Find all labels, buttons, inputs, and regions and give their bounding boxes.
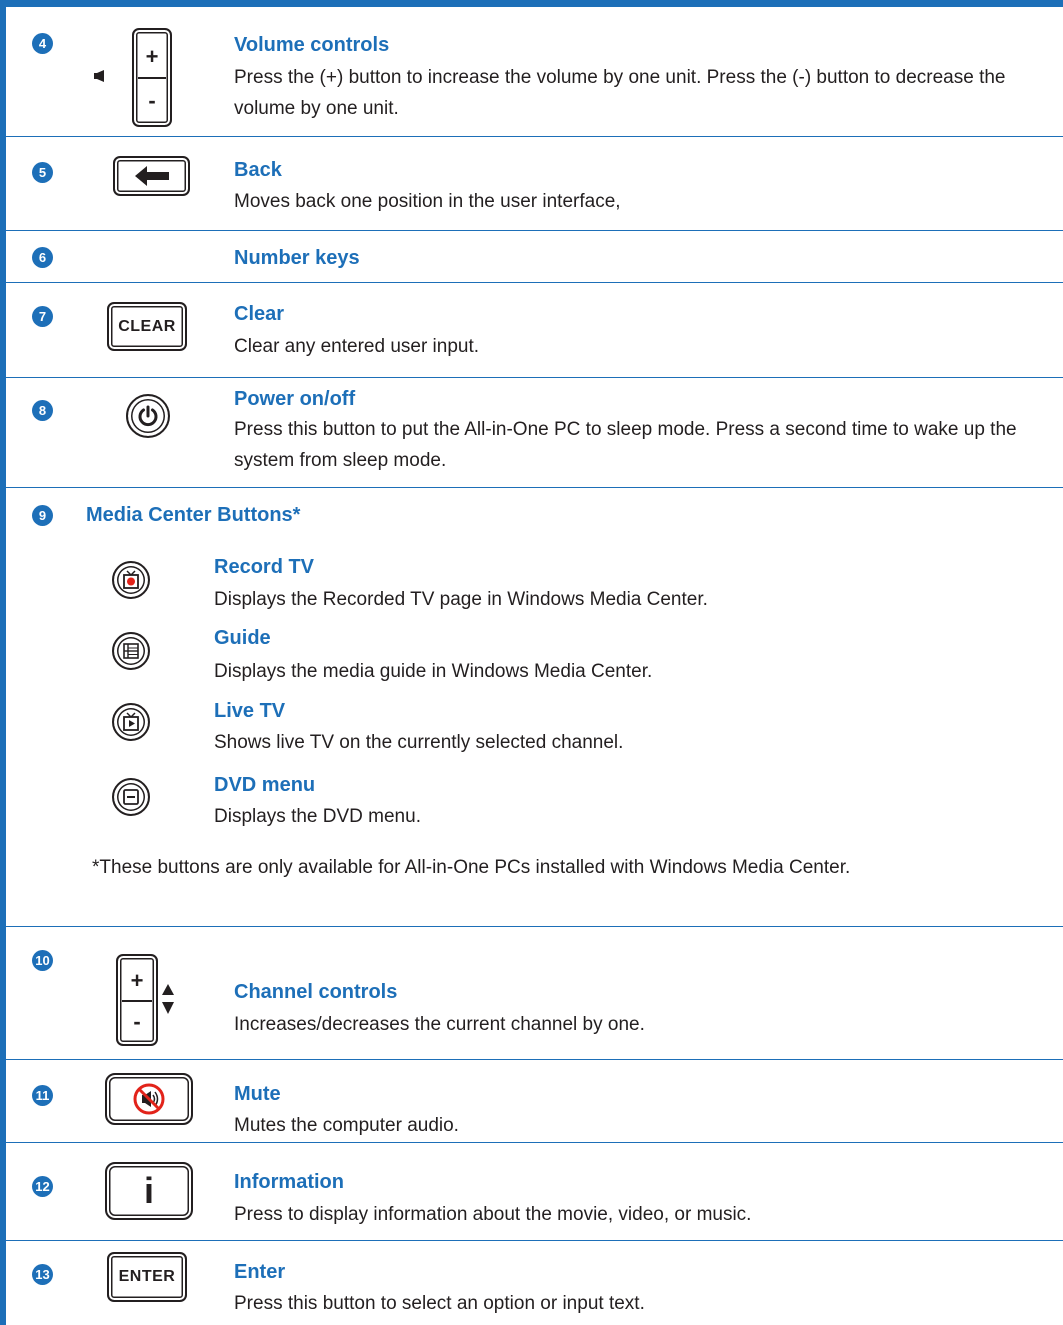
item-number: 12 (32, 1176, 53, 1197)
channel-rocker-button: + - (116, 954, 158, 1046)
item-number: 4 (32, 33, 53, 54)
media-item-description: Displays the Recorded TV page in Windows… (214, 589, 708, 610)
item-title: Enter (234, 1261, 286, 1283)
media-item-title: Record TV (214, 556, 315, 578)
row-power: 8 Power on/off Press this button to put … (6, 377, 1063, 488)
row-volume: 4 + - Volume controls Press the (+) butt… (6, 7, 1063, 137)
item-number: 11 (32, 1085, 53, 1106)
information-button-illustration: i (105, 1162, 193, 1220)
item-title: Channel controls (234, 981, 398, 1003)
item-description: Increases/decreases the current channel … (234, 1014, 645, 1035)
row-number-keys: 6 Number keys (6, 230, 1063, 283)
power-button-illustration (126, 394, 170, 438)
row-mute: 11 Mute Mutes the computer audio. (6, 1059, 1063, 1143)
item-title: Clear (234, 303, 285, 325)
row-enter: 13 ENTER Enter Press this button to sele… (6, 1240, 1063, 1325)
row-media-center: 9 Media Center Buttons* Record TV Displa… (6, 487, 1063, 927)
item-number: 8 (32, 400, 53, 421)
item-description: Clear any entered user input. (234, 336, 480, 357)
item-description: Press this button to select an option or… (234, 1293, 645, 1314)
power-icon (138, 405, 158, 427)
item-number: 10 (32, 950, 53, 971)
clear-button-label: CLEAR (118, 317, 176, 335)
media-item-description: Displays the DVD menu. (214, 806, 421, 827)
item-title: Mute (234, 1083, 281, 1105)
item-description: Mutes the computer audio. (234, 1115, 459, 1136)
volume-minus-label: - (148, 88, 156, 113)
item-number: 13 (32, 1264, 53, 1285)
item-title: Information (234, 1171, 344, 1193)
item-number: 6 (32, 247, 53, 268)
top-border (0, 0, 1063, 7)
channel-plus-label: + (130, 968, 144, 993)
volume-plus-label: + (145, 44, 159, 69)
enter-button-illustration: ENTER (107, 1252, 187, 1302)
back-arrow-icon (134, 166, 169, 186)
item-description: Press the (+) button to increase the vol… (234, 67, 1006, 119)
item-description: Moves back one position in the user inte… (234, 191, 621, 212)
enter-button-label: ENTER (118, 1268, 176, 1285)
item-title: Power on/off (234, 388, 356, 410)
information-button-label: i (143, 1170, 154, 1211)
item-title: Back (234, 159, 282, 181)
volume-rocker-button: + - (132, 28, 172, 127)
item-description: Press this button to put the All-in-One … (234, 419, 1017, 471)
row-information: 12 i Information Press to display inform… (6, 1142, 1063, 1241)
media-item-title: Guide (214, 627, 271, 649)
item-title: Number keys (234, 247, 360, 269)
media-item-title: Live TV (214, 700, 286, 722)
row-clear: 7 CLEAR Clear Clear any entered user inp… (6, 282, 1063, 378)
speaker-icon (94, 70, 104, 82)
up-down-arrow-icon (162, 984, 174, 1014)
media-item-description: Displays the media guide in Windows Medi… (214, 661, 653, 682)
section-title: Media Center Buttons* (86, 504, 301, 526)
record-tv-icon (112, 561, 150, 599)
clear-button-illustration: CLEAR (107, 302, 187, 351)
row-channel: 10 + - Channel controls Increases/decrea… (6, 926, 1063, 1060)
mute-icon (133, 1083, 165, 1115)
channel-minus-label: - (133, 1009, 141, 1034)
dvd-menu-icon (112, 778, 150, 816)
media-item-title: DVD menu (214, 774, 316, 796)
item-number: 5 (32, 162, 53, 183)
item-number: 9 (32, 505, 53, 526)
guide-icon (112, 632, 150, 670)
item-title: Volume controls (234, 34, 390, 56)
row-back: 5 Back Moves back one position in the us… (6, 136, 1063, 231)
media-footnote: *These buttons are only available for Al… (92, 857, 851, 878)
mute-button-illustration (105, 1073, 193, 1125)
live-tv-icon (112, 703, 150, 741)
back-button-illustration (113, 156, 190, 196)
item-description: Press to display information about the m… (234, 1204, 752, 1225)
media-item-description: Shows live TV on the currently selected … (214, 732, 624, 753)
item-number: 7 (32, 306, 53, 327)
